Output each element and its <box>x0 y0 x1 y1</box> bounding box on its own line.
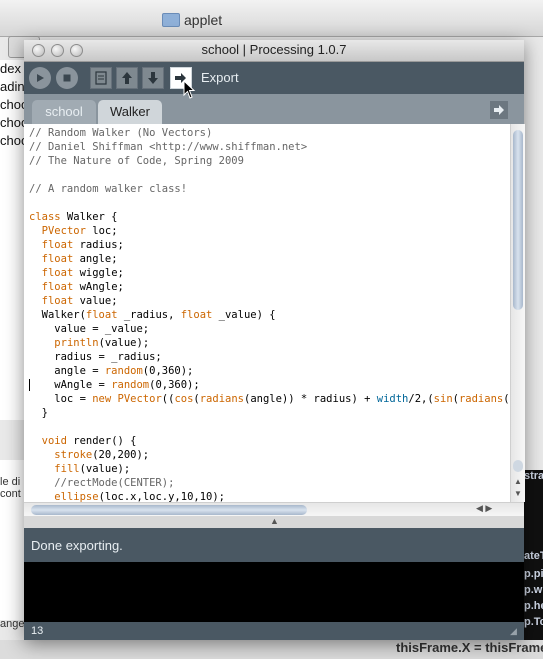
code-editor[interactable]: // Random Walker (No Vectors)// Daniel S… <box>24 124 524 502</box>
window-title: school | Processing 1.0.7 <box>201 42 347 57</box>
background-list-item: choo <box>0 97 24 112</box>
open-button[interactable] <box>116 67 138 89</box>
vertical-scroll-end <box>513 460 523 472</box>
code-line[interactable]: Walker(float _radius, float _value) { <box>29 308 509 322</box>
code-line[interactable]: //rectMode(CENTER); <box>29 476 509 490</box>
vertical-scroll-thumb[interactable] <box>513 130 523 310</box>
tab-walker[interactable]: Walker <box>98 100 162 124</box>
vertical-scrollbar[interactable]: ▲ ▼ <box>510 124 525 502</box>
code-line[interactable]: float wAngle; <box>29 280 509 294</box>
mouse-pointer-icon <box>183 80 196 99</box>
code-line[interactable]: // Random Walker (No Vectors) <box>29 126 509 140</box>
code-line[interactable]: void render() { <box>29 434 509 448</box>
code-line[interactable]: radius = _radius; <box>29 350 509 364</box>
code-line[interactable] <box>29 168 509 182</box>
split-pane-divider[interactable]: ▲ <box>24 516 524 528</box>
folder-icon <box>162 13 180 27</box>
background-editor-window: strai ateT p.pix p.wi p.he p.Tc <box>524 470 543 640</box>
title-bar[interactable]: school | Processing 1.0.7 <box>24 40 524 62</box>
code-line[interactable]: float angle; <box>29 252 509 266</box>
horizontal-scrollbar[interactable]: ◀ ▶ <box>24 502 524 517</box>
code-line[interactable]: loc = new PVector((cos(radians(angle)) *… <box>29 392 509 406</box>
code-line[interactable] <box>29 196 509 210</box>
new-button[interactable] <box>90 67 112 89</box>
background-code-text: thisFrame.X = thisFrame.To <box>396 640 543 655</box>
background-text: cont <box>0 488 21 500</box>
resize-grip-icon[interactable]: ◢ <box>510 626 517 637</box>
status-message: Done exporting. <box>31 538 123 553</box>
run-button[interactable] <box>29 67 51 89</box>
background-finder-toolbar: applet <box>0 0 543 37</box>
code-line[interactable]: wAngle = random(0,360); <box>29 378 509 392</box>
code-line[interactable]: float wiggle; <box>29 266 509 280</box>
code-line[interactable]: float radius; <box>29 238 509 252</box>
code-line[interactable]: fill(value); <box>29 462 509 476</box>
code-line[interactable]: // Daniel Shiffman <http://www.shiffman.… <box>29 140 509 154</box>
code-line[interactable]: class Walker { <box>29 210 509 224</box>
background-list-item: dex <box>0 61 21 76</box>
toolbar-hover-label: Export <box>201 70 239 85</box>
save-button[interactable] <box>142 67 164 89</box>
code-line[interactable]: // The Nature of Code, Spring 2009 <box>29 154 509 168</box>
stop-icon <box>63 74 71 82</box>
background-text: ange <box>0 618 24 630</box>
code-line[interactable]: ellipse(loc.x,loc.y,10,10); <box>29 490 509 502</box>
code-line[interactable]: } <box>29 406 509 420</box>
code-line[interactable]: stroke(20,200); <box>29 448 509 462</box>
code-line[interactable]: float value; <box>29 294 509 308</box>
background-bottom-strip: thisFrame.X = thisFrame.To <box>0 640 543 659</box>
text-caret <box>29 379 30 391</box>
console-output[interactable] <box>24 562 524 622</box>
tab-menu-arrow-icon <box>494 105 504 115</box>
line-number-bar: 13 ◢ <box>24 622 524 640</box>
background-code-text: p.wi <box>524 584 543 596</box>
vertical-scroll-arrows[interactable]: ▲ ▼ <box>512 476 524 500</box>
background-code-text: ateT <box>524 550 543 562</box>
background-code-text: p.pix <box>524 568 543 580</box>
code-line[interactable]: PVector loc; <box>29 224 509 238</box>
tab-school[interactable]: school <box>32 100 96 124</box>
code-line[interactable]: value = _value; <box>29 322 509 336</box>
background-code-text: p.he <box>524 600 543 612</box>
tab-bar: school Walker <box>24 94 524 124</box>
tab-menu-button[interactable] <box>490 101 508 119</box>
code-text-area[interactable]: // Random Walker (No Vectors)// Daniel S… <box>29 126 509 502</box>
background-code-text: strai <box>524 470 543 482</box>
divider-handle-icon[interactable]: ▲ <box>270 516 279 526</box>
finder-title: applet <box>184 12 223 28</box>
run-icon <box>37 74 44 82</box>
background-code-text: p.Tc <box>524 616 543 628</box>
background-left-panel: le di cont ange <box>0 460 24 630</box>
background-list-item: choo <box>0 133 24 148</box>
background-list-item: adin <box>0 79 24 94</box>
horizontal-scroll-thumb[interactable] <box>31 505 307 515</box>
current-line-number: 13 <box>31 625 44 637</box>
background-file-list: dex adin choo choo choo <box>0 60 25 420</box>
open-icon <box>122 72 132 84</box>
processing-window: school | Processing 1.0.7 Export school … <box>24 40 525 640</box>
code-line[interactable]: println(value); <box>29 336 509 350</box>
save-icon <box>148 72 158 84</box>
background-list-item: choo <box>0 115 24 130</box>
background-text: le di <box>0 476 21 488</box>
stop-button[interactable] <box>56 67 78 89</box>
toolbar: Export <box>24 62 524 94</box>
new-icon <box>95 71 107 85</box>
code-line[interactable]: angle = random(0,360); <box>29 364 509 378</box>
code-line[interactable]: // A random walker class! <box>29 182 509 196</box>
horizontal-scroll-arrows[interactable]: ◀ ▶ <box>476 503 492 514</box>
code-line[interactable] <box>29 420 509 434</box>
status-bar: Done exporting. <box>24 528 524 562</box>
